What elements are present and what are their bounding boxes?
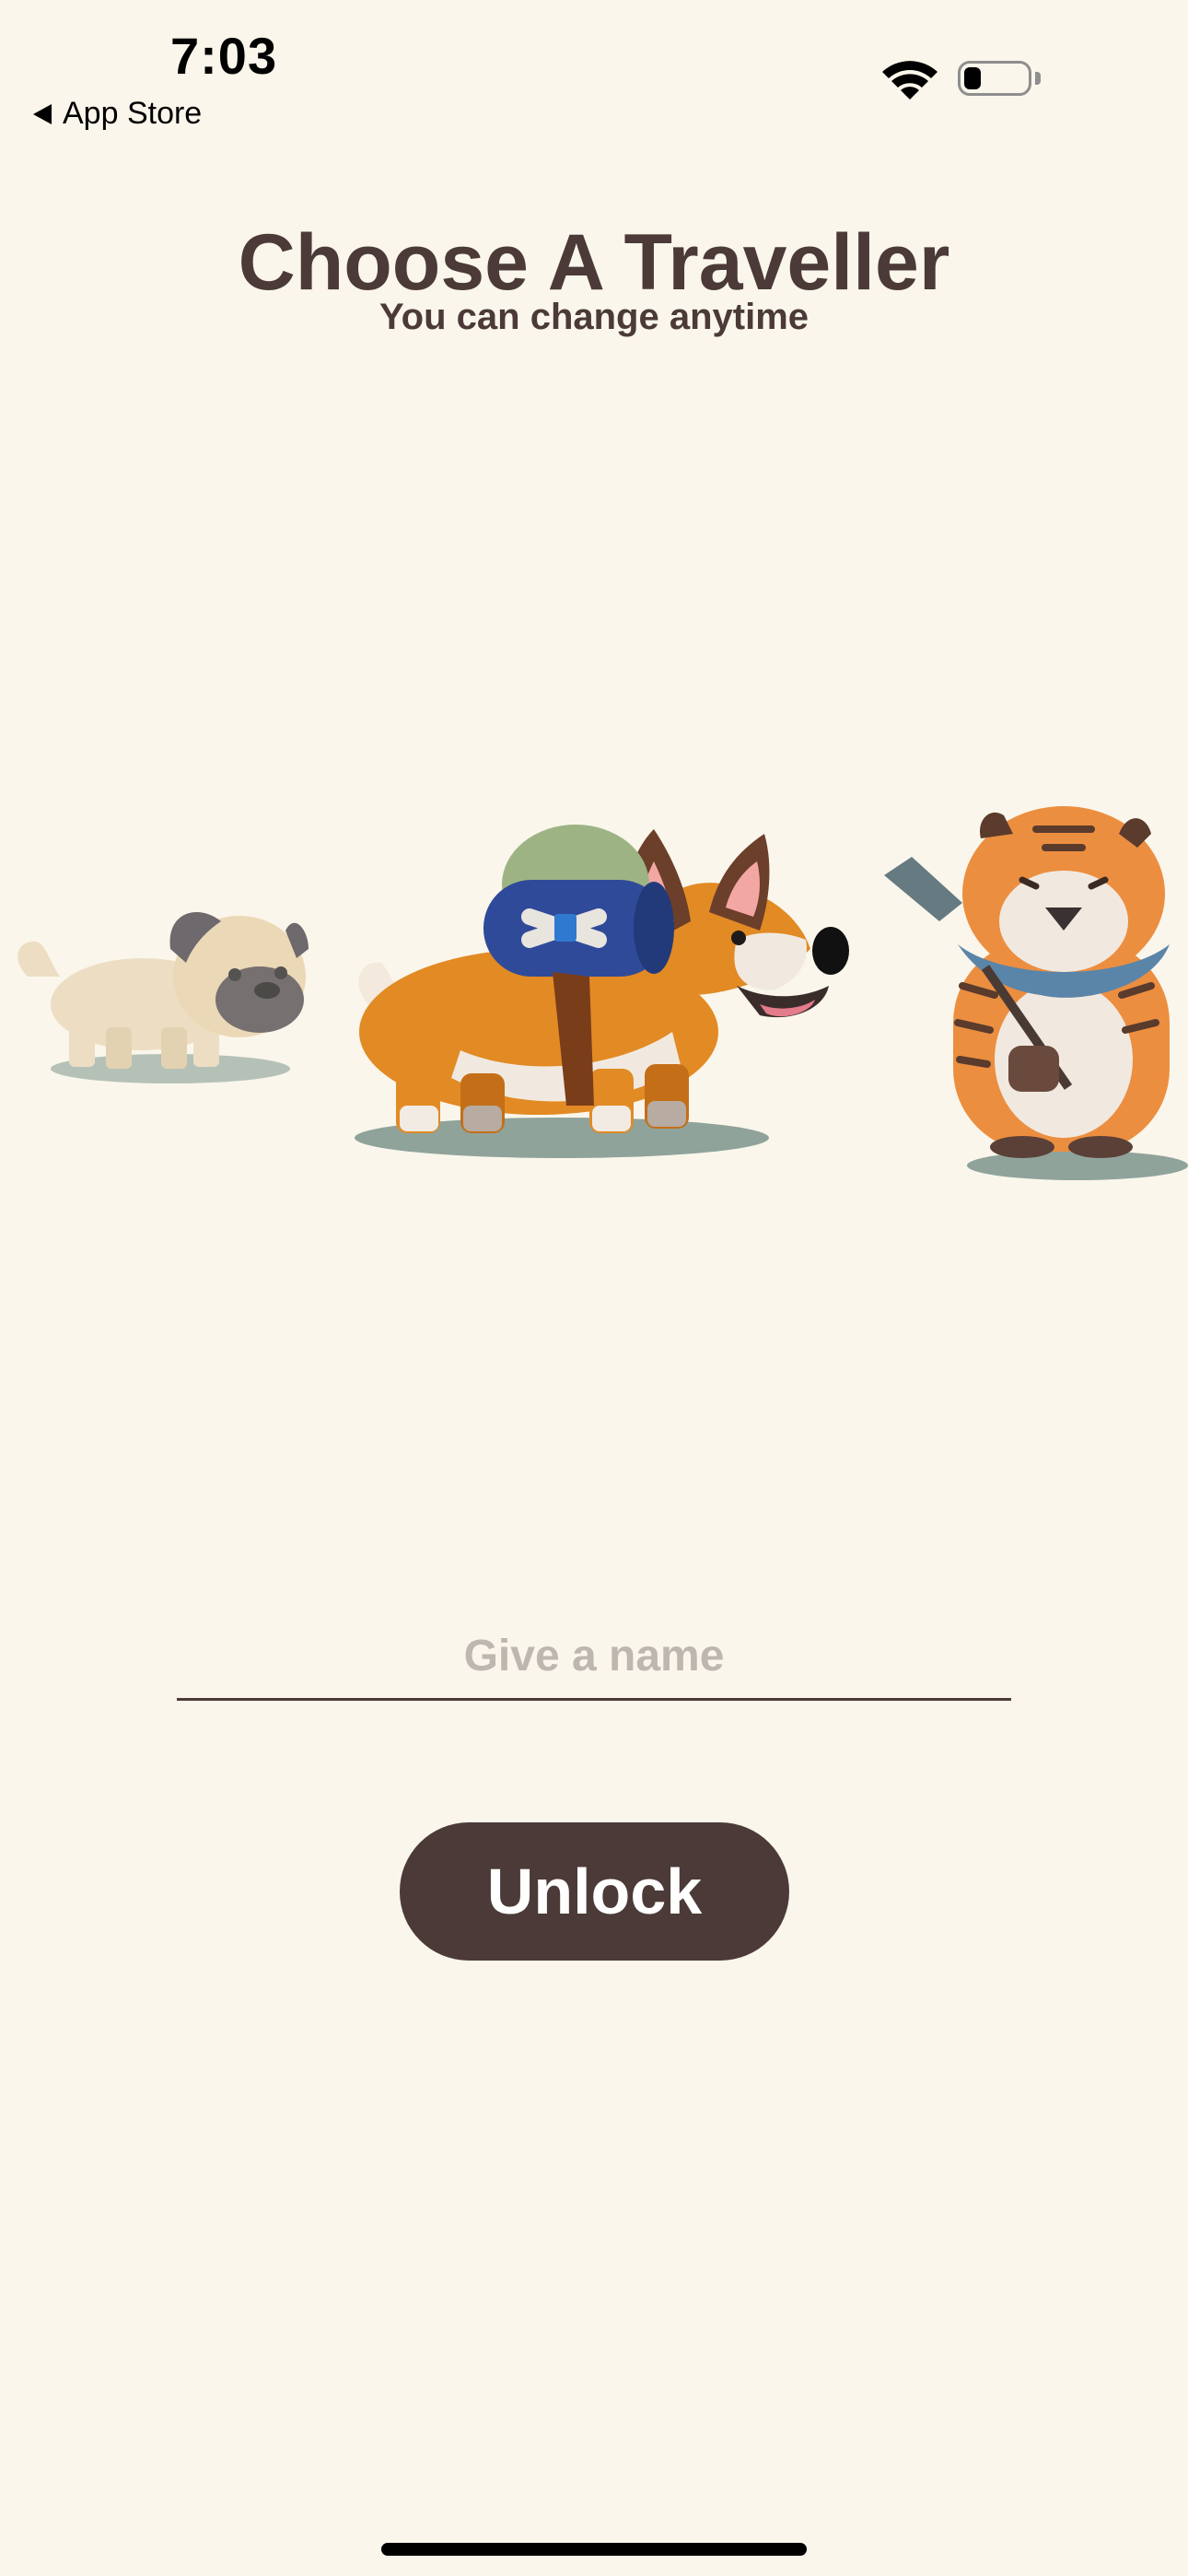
battery-nub bbox=[1035, 72, 1041, 85]
pug-character[interactable] bbox=[9, 875, 313, 1096]
back-arrow-icon bbox=[33, 103, 52, 124]
traveller-name-input[interactable] bbox=[177, 1614, 1011, 1701]
unlock-button[interactable]: Unlock bbox=[400, 1822, 789, 1961]
page-subtitle: You can change anytime bbox=[379, 297, 809, 337]
home-indicator[interactable] bbox=[381, 2543, 807, 2556]
page-title: Choose A Traveller bbox=[238, 218, 950, 307]
tiger-character[interactable] bbox=[875, 783, 1188, 1188]
status-time: 7:03 bbox=[170, 27, 278, 85]
battery-icon bbox=[958, 61, 1031, 96]
wifi-icon bbox=[882, 61, 938, 100]
back-to-app-store-link[interactable]: App Store bbox=[33, 96, 202, 132]
back-link-label: App Store bbox=[63, 96, 203, 131]
corgi-character[interactable] bbox=[341, 802, 856, 1170]
